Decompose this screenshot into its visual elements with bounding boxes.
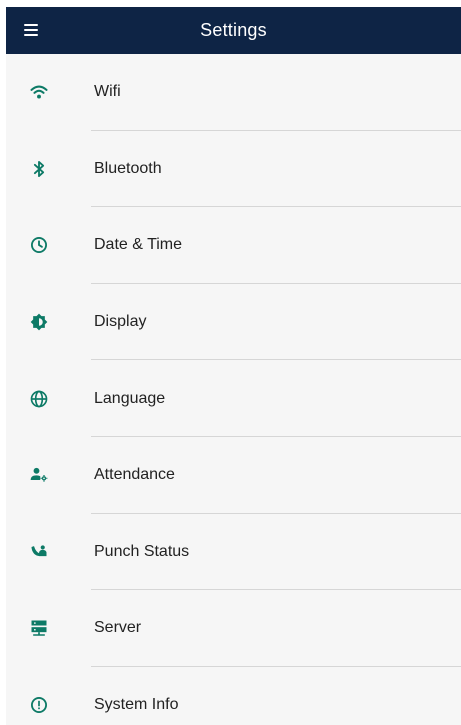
bluetooth-icon [28,158,50,180]
settings-item-bluetooth[interactable]: Bluetooth [6,131,461,208]
settings-item-label: Date & Time [94,236,183,254]
brightness-icon [28,311,50,333]
phone-user-icon [28,541,50,563]
settings-item-attendance[interactable]: Attendance [6,437,461,514]
settings-item-label: Bluetooth [94,159,162,177]
settings-item-label: Punch Status [94,542,190,560]
settings-item-label: System Info [94,696,179,714]
settings-item-date-time[interactable]: Date & Time [6,207,461,284]
settings-item-label: Wifi [94,83,121,101]
settings-item-wifi[interactable]: Wifi [6,54,461,131]
server-icon [28,617,50,639]
settings-item-language[interactable]: Language [6,360,461,437]
settings-list: Wifi Bluetooth Date & Time Display Langu… [6,54,461,725]
settings-item-label: Server [94,619,142,637]
settings-item-label: Language [94,389,166,407]
settings-screen: Settings Wifi Bluetooth Date & Time Disp… [6,7,461,725]
settings-item-system-info[interactable]: System Info [6,667,461,725]
page-title: Settings [200,20,267,40]
app-bar: Settings [6,7,461,54]
wifi-icon [28,81,50,103]
user-settings-icon [28,464,50,486]
settings-item-punch-status[interactable]: Punch Status [6,514,461,591]
clock-icon [28,234,50,256]
settings-item-label: Attendance [94,466,175,484]
settings-item-display[interactable]: Display [6,284,461,361]
settings-item-label: Display [94,313,147,331]
info-icon [28,694,50,716]
globe-icon [28,388,50,410]
hamburger-menu-icon[interactable] [24,23,38,37]
settings-item-server[interactable]: Server [6,590,461,667]
